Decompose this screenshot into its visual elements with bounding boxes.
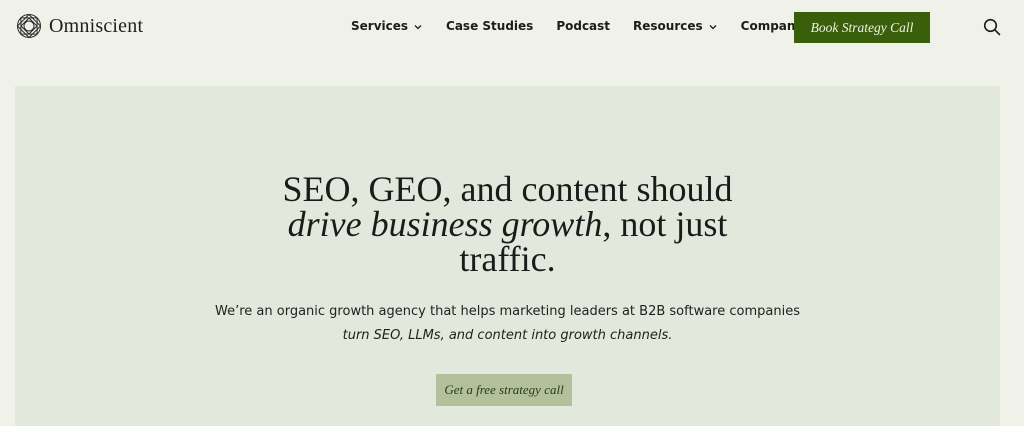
nav-label-resources: Resources (633, 19, 703, 33)
chevron-down-icon (414, 24, 422, 29)
hero-section: SEO, GEO, and content should drive busin… (15, 86, 1000, 426)
hero-subtitle: We’re an organic growth agency that help… (15, 300, 1000, 348)
main-nav: Services Case Studies Podcast Resources … (351, 19, 817, 33)
nav-item-case-studies[interactable]: Case Studies (446, 19, 533, 33)
hero-headline-line3: traffic. (459, 239, 556, 279)
hero-headline-line2-rest: , not just (602, 204, 728, 244)
book-strategy-call-button[interactable]: Book Strategy Call (794, 12, 930, 43)
hero-subtitle-line1: We’re an organic growth agency that help… (215, 304, 800, 319)
brand-logo[interactable]: Omniscient (16, 13, 143, 39)
nav-label-podcast: Podcast (556, 19, 611, 33)
hero-headline-line1: SEO, GEO, and content should (282, 169, 733, 209)
hero-subtitle-line2: turn SEO, LLMs, and content into growth … (342, 328, 673, 343)
nav-item-services[interactable]: Services (351, 19, 422, 33)
hero-headline-emphasis: drive business growth (287, 204, 603, 244)
nav-label-services: Services (351, 19, 409, 33)
brand-name: Omniscient (49, 14, 144, 37)
nav-item-podcast[interactable]: Podcast (556, 19, 610, 33)
nav-item-resources[interactable]: Resources (633, 19, 717, 33)
site-header: Omniscient Services Case Studies Podcast… (0, 0, 1024, 56)
omniscient-knot-logo-icon (16, 13, 42, 39)
search-icon[interactable] (983, 18, 1001, 36)
nav-label-case-studies: Case Studies (446, 19, 534, 33)
chevron-down-icon (709, 24, 717, 29)
free-strategy-call-button[interactable]: Get a free strategy call (436, 374, 572, 406)
hero-headline: SEO, GEO, and content should drive busin… (15, 169, 1000, 279)
